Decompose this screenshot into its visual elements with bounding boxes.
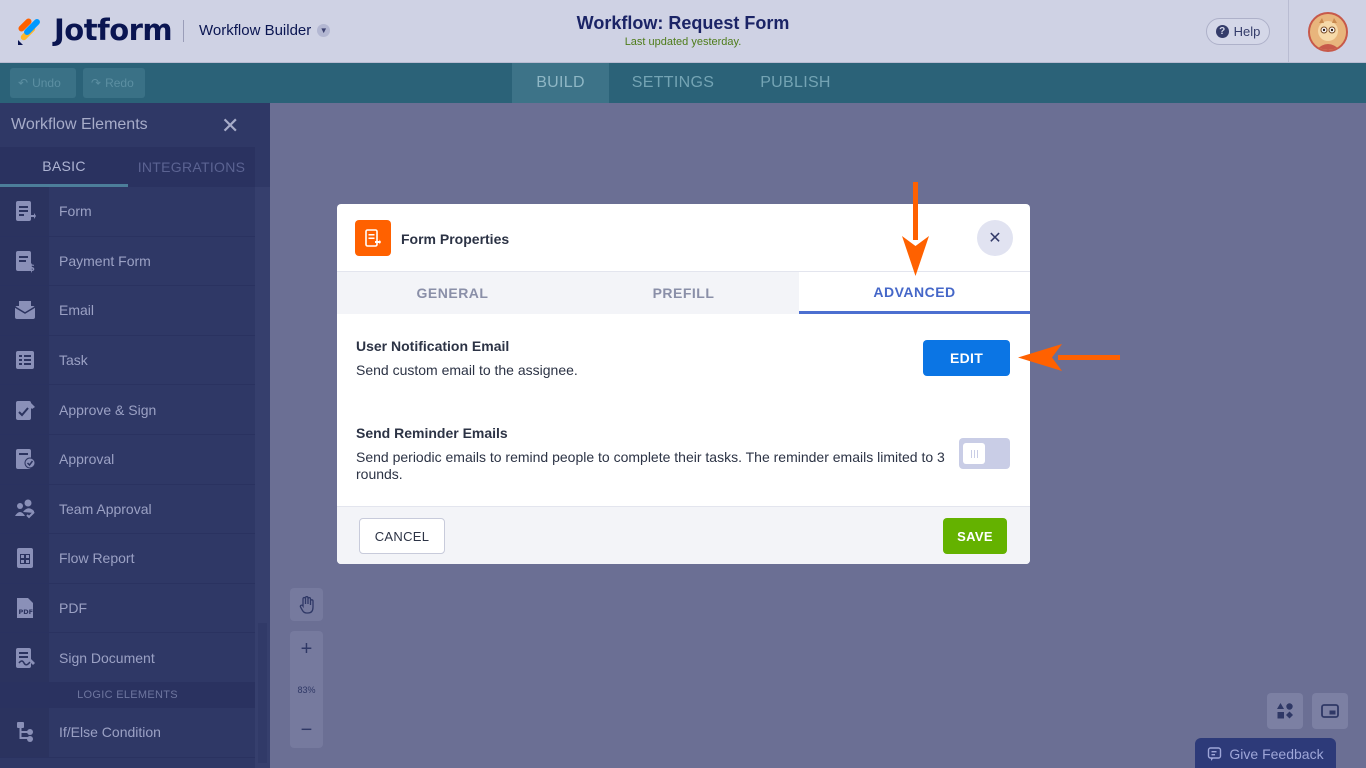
tab-build[interactable]: BUILD — [512, 63, 609, 103]
sign-document-icon — [0, 633, 49, 682]
task-icon — [0, 335, 49, 385]
sidebar-item-approval[interactable]: Approval — [0, 434, 255, 485]
dialog-tabs: GENERAL PREFILL ADVANCED — [337, 272, 1030, 314]
sidebar-item-label: Approve & Sign — [59, 401, 157, 418]
zoom-controls: + 83% − — [290, 631, 323, 748]
reminder-emails-toggle[interactable] — [959, 438, 1010, 469]
sidebar-title: Workflow Elements — [11, 116, 148, 133]
sidebar-item-task[interactable]: Task — [0, 335, 255, 386]
svg-text:$: $ — [28, 263, 35, 273]
builder-toolbar: ↶ Undo ↷ Redo BUILD SETTINGS PUBLISH — [0, 63, 1366, 103]
dialog-title: Form Properties — [401, 231, 510, 247]
zoom-out-icon[interactable]: − — [301, 720, 313, 740]
sidebar-tabs: BASIC INTEGRATIONS — [0, 147, 255, 187]
notification-email-description: Send custom email to the assignee. — [356, 362, 578, 378]
form-icon — [355, 220, 391, 256]
team-approval-icon — [0, 484, 49, 534]
sidebar-item-email[interactable]: Email — [0, 286, 255, 336]
tab-advanced[interactable]: ADVANCED — [799, 272, 1030, 314]
minimap-icon — [1321, 704, 1339, 718]
give-feedback-button[interactable]: Give Feedback — [1195, 738, 1336, 768]
sidebar-item-label: Flow Report — [59, 550, 135, 567]
sidebar-item-approve-sign[interactable]: Approve & Sign — [0, 385, 255, 435]
close-dialog-button[interactable]: ✕ — [977, 220, 1013, 256]
avatar-icon — [1310, 14, 1346, 50]
sidebar-item-if-else-condition[interactable]: If/Else Condition — [0, 707, 255, 758]
redo-button[interactable]: ↷ Redo — [83, 68, 145, 98]
sidebar-header: Workflow Elements ✕ — [0, 103, 270, 147]
tab-integrations[interactable]: INTEGRATIONS — [128, 147, 255, 187]
logic-elements-heading: LOGIC ELEMENTS — [0, 682, 255, 708]
last-updated-text: Last updated yesterday. — [624, 36, 742, 48]
sidebar-item-team-approval[interactable]: Team Approval — [0, 484, 255, 535]
avatar[interactable] — [1308, 12, 1348, 52]
approve-sign-icon — [0, 385, 49, 434]
sidebar-item-payment-form[interactable]: $ Payment Form — [0, 236, 255, 287]
redo-label: Redo — [105, 76, 134, 90]
undo-button[interactable]: ↶ Undo — [10, 68, 76, 98]
sidebar-item-label: Approval — [59, 451, 115, 468]
tab-settings[interactable]: SETTINGS — [620, 63, 726, 103]
redo-icon: ↷ — [91, 76, 102, 90]
pan-tool-button[interactable] — [290, 588, 323, 621]
if-else-icon — [0, 707, 49, 757]
sidebar-item-label: Task — [59, 352, 88, 369]
sidebar-item-label: Email — [59, 302, 95, 319]
undo-label: Undo — [32, 76, 61, 90]
form-icon — [0, 187, 49, 236]
tab-publish[interactable]: PUBLISH — [748, 63, 843, 103]
feedback-icon — [1208, 747, 1222, 761]
sidebar-item-form[interactable]: Form — [0, 187, 255, 237]
sidebar-item-pdf[interactable]: PDF PDF — [0, 583, 255, 634]
cancel-button[interactable]: CANCEL — [359, 518, 445, 554]
sidebar-item-label: Form — [59, 203, 92, 220]
help-label: Help — [1233, 24, 1261, 39]
close-icon: ✕ — [988, 230, 1002, 247]
sidebar-item-flow-report[interactable]: Flow Report — [0, 534, 255, 584]
flow-report-icon — [0, 534, 49, 583]
give-feedback-label: Give Feedback — [1229, 746, 1324, 762]
sidebar-item-label: If/Else Condition — [59, 724, 161, 741]
tab-basic[interactable]: BASIC — [0, 147, 128, 187]
arrow-left-annotation-icon — [1018, 344, 1120, 371]
close-icon[interactable]: ✕ — [221, 113, 239, 139]
top-header: Jotform Workflow Builder ▼ Workflow: Req… — [0, 0, 1366, 63]
elements-toggle-button[interactable] — [1267, 693, 1303, 729]
dialog-footer: CANCEL SAVE — [337, 506, 1030, 564]
sidebar-item-label: PDF — [59, 600, 87, 617]
reminder-emails-description: Send periodic emails to remind people to… — [356, 449, 945, 482]
edit-notification-button[interactable]: EDIT — [923, 340, 1010, 376]
approval-icon — [0, 434, 49, 484]
sidebar-item-label: Team Approval — [59, 500, 152, 517]
minimap-toggle-button[interactable] — [1312, 693, 1348, 729]
sidebar-scrollbar-thumb[interactable] — [258, 623, 267, 763]
save-button[interactable]: SAVE — [943, 518, 1007, 554]
arrow-down-annotation-icon — [902, 182, 929, 276]
sidebar-item-label: Payment Form — [59, 252, 151, 269]
shapes-icon — [1277, 703, 1293, 719]
zoom-in-icon[interactable]: + — [301, 639, 313, 659]
tab-prefill[interactable]: PREFILL — [568, 272, 799, 314]
avatar-divider — [1288, 0, 1289, 63]
reminder-emails-title: Send Reminder Emails — [356, 425, 508, 441]
payment-form-icon: $ — [0, 236, 49, 286]
tab-general[interactable]: GENERAL — [337, 272, 568, 314]
undo-icon: ↶ — [18, 76, 29, 90]
workflow-elements-sidebar: Workflow Elements ✕ BASIC INTEGRATIONS F… — [0, 103, 270, 768]
help-button[interactable]: ? Help — [1206, 18, 1270, 45]
hand-icon — [299, 595, 314, 614]
sidebar-element-list: Form $ Payment Form Email Task Approve &… — [0, 187, 255, 758]
toggle-knob — [963, 443, 985, 464]
help-icon: ? — [1215, 25, 1229, 38]
svg-text:PDF: PDF — [18, 608, 33, 616]
sidebar-item-sign-document[interactable]: Sign Document — [0, 633, 255, 683]
pdf-icon: PDF — [0, 583, 49, 633]
page-title: Workflow: Request Form — [576, 13, 790, 33]
sidebar-item-label: Sign Document — [59, 649, 155, 666]
email-icon — [0, 286, 49, 335]
notification-email-title: User Notification Email — [356, 338, 510, 354]
zoom-level: 83% — [297, 684, 316, 695]
